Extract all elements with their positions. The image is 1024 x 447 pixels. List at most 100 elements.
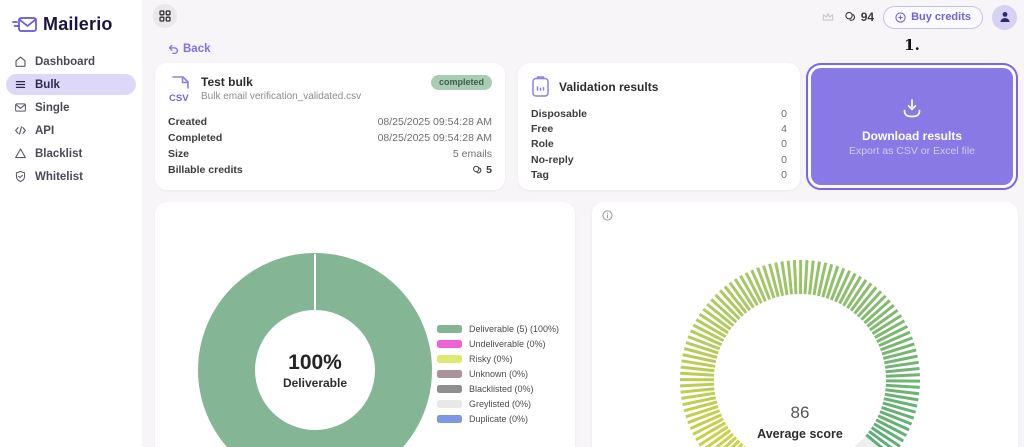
coins-icon xyxy=(844,11,857,24)
sidebar-item-label: API xyxy=(35,124,55,137)
sidebar-item-single[interactable]: Single xyxy=(6,97,136,118)
status-badge: completed xyxy=(430,75,492,90)
gauge-value: 86 xyxy=(790,403,810,422)
row-value: 4 xyxy=(781,123,787,136)
donut-center-label: Deliverable xyxy=(282,375,348,390)
brand-logo[interactable]: Mailerio xyxy=(0,0,142,35)
back-label: Back xyxy=(183,43,211,55)
legend-swatch xyxy=(437,325,462,333)
donut-slice-divider xyxy=(314,254,316,313)
crown-icon[interactable] xyxy=(821,10,835,24)
row-value: 5 xyxy=(472,164,492,176)
legend-item[interactable]: Greylisted (0%) xyxy=(437,399,559,409)
code-icon xyxy=(14,124,27,137)
donut-center: 100% Deliverable xyxy=(255,310,375,430)
bulk-card-title: Test bulk xyxy=(201,75,253,89)
home-icon xyxy=(14,55,27,68)
envelope-logo-icon xyxy=(12,15,38,35)
average-score-gauge-card: 86 Average score xyxy=(592,202,1018,447)
validation-card-header: Validation results xyxy=(518,63,800,106)
legend-item[interactable]: Blacklisted (0%) xyxy=(437,384,559,394)
profile-avatar[interactable] xyxy=(992,4,1017,30)
detail-row: Size 5 emails xyxy=(155,146,505,162)
legend-swatch xyxy=(437,355,462,363)
row-value: 5 emails xyxy=(452,148,492,160)
buy-credits-label: Buy credits xyxy=(911,11,971,23)
sidebar-item-bulk[interactable]: Bulk xyxy=(6,74,136,95)
validation-results-card: Validation results Disposable 0 Free 4 R… xyxy=(518,63,800,190)
legend-item[interactable]: Undeliverable (0%) xyxy=(437,339,559,349)
sidebar: Mailerio Dashboard Bulk Single API Black… xyxy=(0,0,142,447)
row-value: 0 xyxy=(781,138,787,151)
legend-swatch xyxy=(437,340,462,348)
donut-legend: Deliverable (5) (100%) Undeliverable (0%… xyxy=(437,324,559,424)
person-icon xyxy=(998,10,1012,24)
sidebar-item-blacklist[interactable]: Blacklist xyxy=(6,143,136,164)
topbar-right: 94 Buy credits xyxy=(821,4,1017,30)
donut-center-value: 100% xyxy=(288,350,342,374)
sidebar-item-label: Single xyxy=(35,101,70,114)
detail-row: No-reply 0 xyxy=(518,152,800,167)
row-label: Billable credits xyxy=(168,164,243,176)
bulk-card-titles: Test bulk Bulk email verification_valida… xyxy=(201,75,361,102)
sidebar-item-label: Bulk xyxy=(35,78,60,91)
step-annotation: 1. xyxy=(904,36,920,54)
svg-text:CSV: CSV xyxy=(169,93,189,104)
legend-item[interactable]: Risky (0%) xyxy=(437,354,559,364)
row-value: 08/25/2025 09:54:28 AM xyxy=(377,116,492,128)
warning-icon xyxy=(14,147,27,160)
billable-credits-value: 5 xyxy=(486,164,492,176)
detail-row: Disposable 0 xyxy=(518,106,800,121)
bulk-card-rows: Created 08/25/2025 09:54:28 AM Completed… xyxy=(155,114,505,178)
clipboard-icon xyxy=(531,75,550,98)
row-label: Size xyxy=(168,148,190,160)
buy-credits-button[interactable]: Buy credits xyxy=(883,5,983,29)
row-label: Tag xyxy=(531,169,549,182)
csv-file-icon: CSV xyxy=(168,75,192,105)
donut-chart[interactable]: 100% Deliverable xyxy=(198,253,432,447)
row-label: Completed xyxy=(168,132,223,144)
bulk-summary-card: CSV Test bulk Bulk email verification_va… xyxy=(155,63,505,190)
detail-row: Role 0 xyxy=(518,137,800,152)
download-icon xyxy=(899,97,925,121)
app-window: Mailerio Dashboard Bulk Single API Black… xyxy=(0,0,1024,447)
sidebar-item-dashboard[interactable]: Dashboard xyxy=(6,51,136,72)
back-link[interactable]: Back xyxy=(168,43,211,55)
legend-item[interactable]: Deliverable (5) (100%) xyxy=(437,324,559,334)
brand-name: Mailerio xyxy=(43,14,113,34)
download-subtitle: Export as CSV or Excel file xyxy=(848,144,976,157)
detail-row: Billable credits 5 xyxy=(155,162,505,178)
sidebar-nav: Dashboard Bulk Single API Blacklist Whit… xyxy=(0,51,142,187)
bulk-card-header: CSV Test bulk Bulk email verification_va… xyxy=(155,63,505,109)
detail-row: Completed 08/25/2025 09:54:28 AM xyxy=(155,130,505,146)
sidebar-item-label: Whitelist xyxy=(35,170,83,183)
legend-label: Risky (0%) xyxy=(469,354,513,364)
row-label: Role xyxy=(531,138,554,151)
gauge-label: Average score xyxy=(757,427,843,441)
download-results-card[interactable]: Download results Export as CSV or Excel … xyxy=(806,63,1018,190)
legend-label: Duplicate (0%) xyxy=(469,414,529,424)
validation-card-rows: Disposable 0 Free 4 Role 0 No-reply 0 Ta… xyxy=(518,106,800,183)
legend-label: Deliverable (5) (100%) xyxy=(469,324,560,334)
credits-counter[interactable]: 94 xyxy=(844,10,874,24)
sidebar-item-whitelist[interactable]: Whitelist xyxy=(6,166,136,187)
row-label: Free xyxy=(531,123,554,136)
row-label: Disposable xyxy=(531,107,588,120)
legend-swatch xyxy=(437,385,462,393)
legend-item[interactable]: Duplicate (0%) xyxy=(437,414,559,424)
deliverability-donut-card: 100% Deliverable Deliverable (5) (100%) … xyxy=(155,202,575,447)
sidebar-item-label: Blacklist xyxy=(35,147,83,160)
validation-card-title: Validation results xyxy=(559,79,659,94)
detail-row: Free 4 xyxy=(518,121,800,136)
row-value: 0 xyxy=(781,169,787,182)
legend-item[interactable]: Unknown (0%) xyxy=(437,369,559,379)
download-card-body[interactable]: Download results Export as CSV or Excel … xyxy=(811,68,1013,185)
sidebar-item-api[interactable]: API xyxy=(6,120,136,141)
legend-label: Greylisted (0%) xyxy=(469,399,532,409)
apps-grid-button[interactable] xyxy=(153,4,177,28)
row-label: No-reply xyxy=(531,153,574,166)
row-label: Created xyxy=(168,116,208,128)
credits-count: 94 xyxy=(860,10,875,24)
bulk-card-filename: Bulk email verification_validated.csv xyxy=(201,91,362,102)
list-icon xyxy=(14,78,27,91)
